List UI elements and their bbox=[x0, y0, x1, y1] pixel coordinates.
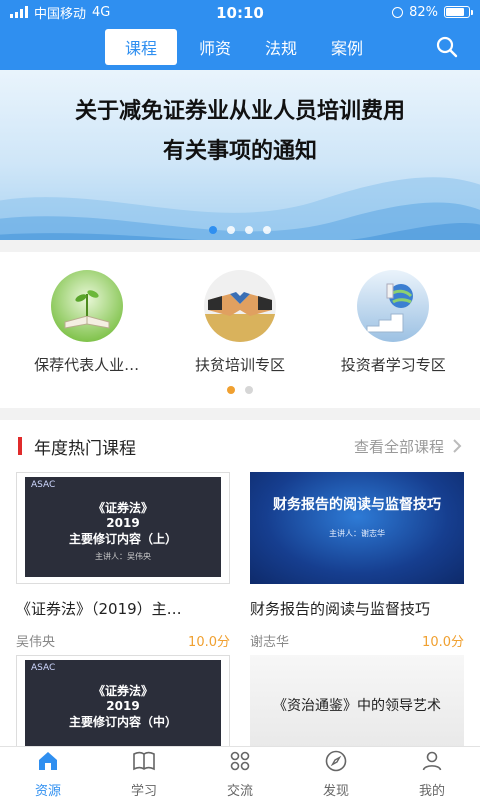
category-page-indicator bbox=[0, 386, 480, 394]
section-header: 年度热门课程 查看全部课程 bbox=[0, 420, 480, 472]
banner-line-1: 关于减免证券业从业人员培训费用 bbox=[74, 99, 405, 124]
status-right: 82% bbox=[392, 4, 473, 20]
thumb-speaker: 主讲人：谢志华 bbox=[329, 529, 385, 538]
book-icon bbox=[132, 749, 156, 777]
bottom-tab-3[interactable]: 发现 bbox=[301, 747, 371, 800]
course-score: 10.0分 bbox=[188, 635, 230, 650]
alarm-icon bbox=[392, 6, 404, 18]
book-plant-icon bbox=[50, 270, 123, 342]
course-thumbnail: ASAC 《证券法》 2019 主要修订内容（上） 主讲人：吴伟央 bbox=[16, 472, 230, 584]
course-title: 《证券法》（2019）主… bbox=[16, 600, 182, 618]
bottom-tab-2[interactable]: 交流 bbox=[205, 747, 275, 800]
globe-stairs-icon bbox=[357, 270, 430, 342]
bottom-tab-label: 发现 bbox=[322, 783, 349, 799]
course-meta: 谢志华 10.0分 bbox=[250, 631, 464, 655]
section-accent-bar bbox=[18, 437, 22, 455]
tab-0[interactable]: 课程 bbox=[104, 29, 177, 65]
course-thumbnail: ASAC 《证券法》 2019 主要修订内容（中） bbox=[16, 655, 230, 746]
hot-courses-section: 年度热门课程 查看全部课程 ASAC 《证券法》 2019 主要修订内容（上） 主讲人：… bbox=[0, 420, 480, 746]
tab-2[interactable]: 法规 bbox=[253, 29, 309, 65]
signal-icon bbox=[10, 6, 28, 18]
handshake-icon bbox=[203, 270, 276, 342]
bottom-tab-1[interactable]: 学习 bbox=[109, 747, 179, 800]
category-item-2[interactable]: 投资者学习专区 bbox=[318, 270, 468, 375]
category-page-dot bbox=[245, 386, 253, 394]
category-item-1[interactable]: 扶贫培训专区 bbox=[165, 270, 315, 375]
category-item-0[interactable]: 保荐代表人业… bbox=[12, 270, 162, 375]
chevron-right-icon bbox=[453, 439, 462, 453]
search-icon[interactable] bbox=[436, 36, 458, 58]
network-type: 4G bbox=[92, 4, 111, 20]
banner-dot[interactable] bbox=[263, 226, 271, 234]
banner-headline: 关于减免证券业从业人员培训费用 有关事项的通知 bbox=[0, 92, 480, 172]
category-label: 保荐代表人业… bbox=[34, 356, 140, 374]
bottom-tab-label: 资源 bbox=[34, 783, 61, 799]
thumb-line-3: 主要修订内容（中） bbox=[68, 715, 177, 729]
view-all-courses-link[interactable]: 查看全部课程 bbox=[354, 436, 462, 457]
category-section: 保荐代表人业… 扶贫培训专区 投资者学习专区 bbox=[0, 252, 480, 408]
clock: 10:10 bbox=[216, 4, 264, 22]
thumb-heading: 《资治通鉴》中的领导艺术 bbox=[273, 698, 441, 714]
battery-icon bbox=[444, 6, 473, 18]
status-left: 中国移动 4G bbox=[10, 3, 110, 22]
bottom-tab-label: 我的 bbox=[418, 783, 445, 799]
course-card[interactable]: 财务报告的阅读与监督技巧 主讲人：谢志华 财务报告的阅读与监督技巧 谢志华 10.0分 bbox=[250, 472, 464, 655]
carrier-name: 中国移动 bbox=[34, 6, 87, 22]
top-tabs: 课程 师资 法规 案例 bbox=[104, 29, 375, 65]
tab-3[interactable]: 案例 bbox=[319, 29, 375, 65]
section-title: 年度热门课程 bbox=[18, 434, 136, 459]
course-thumbnail: 《资治通鉴》中的领导艺术 bbox=[250, 655, 464, 746]
banner-dot[interactable] bbox=[227, 226, 235, 234]
bottom-tab-label: 学习 bbox=[130, 783, 157, 799]
tab-1[interactable]: 师资 bbox=[187, 29, 243, 65]
bottom-tab-0[interactable]: 资源 bbox=[13, 747, 83, 800]
four-circles-icon bbox=[228, 749, 252, 777]
course-card[interactable]: ASAC 《证券法》 2019 主要修订内容（上） 主讲人：吴伟央 《证券法》（2019）… bbox=[16, 472, 230, 655]
course-teacher: 吴伟央 bbox=[16, 635, 56, 650]
thumb-speaker: 主讲人：吴伟央 bbox=[95, 552, 151, 561]
category-label: 扶贫培训专区 bbox=[194, 356, 285, 374]
header: 中国移动 4G 10:10 82% 课程 师资 法规 案例 bbox=[0, 0, 480, 70]
thumb-line-2: 2019 bbox=[106, 699, 140, 713]
category-label: 投资者学习专区 bbox=[340, 356, 446, 374]
course-meta: 吴伟央 10.0分 bbox=[16, 631, 230, 655]
app-root: 中国移动 4G 10:10 82% 课程 师资 法规 案例 关于减免证券业从业人… bbox=[0, 0, 480, 800]
course-title: 财务报告的阅读与监督技巧 bbox=[250, 600, 431, 618]
section-title-text: 年度热门课程 bbox=[34, 438, 136, 459]
top-nav: 课程 师资 法规 案例 bbox=[0, 24, 480, 70]
status-bar: 中国移动 4G 10:10 82% bbox=[0, 0, 480, 24]
bottom-tab-label: 交流 bbox=[226, 783, 253, 799]
thumb-line-3: 主要修订内容（上） bbox=[68, 532, 177, 546]
banner-carousel[interactable]: 关于减免证券业从业人员培训费用 有关事项的通知 bbox=[0, 70, 480, 240]
asac-logo: ASAC bbox=[31, 663, 56, 673]
view-all-label: 查看全部课程 bbox=[353, 437, 444, 456]
bottom-tab-bar: 资源 学习 交流 发现 我的 bbox=[0, 746, 480, 800]
category-page-dot bbox=[227, 386, 235, 394]
banner-line-2: 有关事项的通知 bbox=[162, 139, 317, 164]
battery-percent: 82% bbox=[409, 4, 438, 20]
banner-indicator bbox=[0, 226, 480, 234]
thumb-line-2: 2019 bbox=[106, 516, 140, 530]
home-icon bbox=[36, 749, 60, 777]
course-card[interactable]: 《资治通鉴》中的领导艺术 bbox=[250, 655, 464, 746]
asac-logo: ASAC bbox=[31, 480, 56, 490]
thumb-heading: 财务报告的阅读与监督技巧 bbox=[273, 497, 441, 513]
battery-fill bbox=[446, 8, 465, 16]
course-grid: ASAC 《证券法》 2019 主要修订内容（上） 主讲人：吴伟央 《证券法》（2019）… bbox=[0, 472, 480, 746]
thumbnail-slide: ASAC 《证券法》 2019 主要修订内容（中） bbox=[25, 660, 221, 746]
course-card[interactable]: ASAC 《证券法》 2019 主要修订内容（中） bbox=[16, 655, 230, 746]
compass-icon bbox=[324, 749, 348, 777]
course-teacher: 谢志华 bbox=[250, 635, 290, 650]
course-score: 10.0分 bbox=[422, 635, 464, 650]
bottom-tab-4[interactable]: 我的 bbox=[397, 747, 467, 800]
thumbnail-slide: ASAC 《证券法》 2019 主要修订内容（上） 主讲人：吴伟央 bbox=[25, 477, 221, 577]
person-icon bbox=[420, 749, 444, 777]
category-row: 保荐代表人业… 扶贫培训专区 投资者学习专区 bbox=[0, 252, 480, 375]
banner-dot[interactable] bbox=[245, 226, 253, 234]
course-thumbnail: 财务报告的阅读与监督技巧主讲人：谢志华 bbox=[250, 472, 464, 584]
banner-dot[interactable] bbox=[209, 226, 217, 234]
